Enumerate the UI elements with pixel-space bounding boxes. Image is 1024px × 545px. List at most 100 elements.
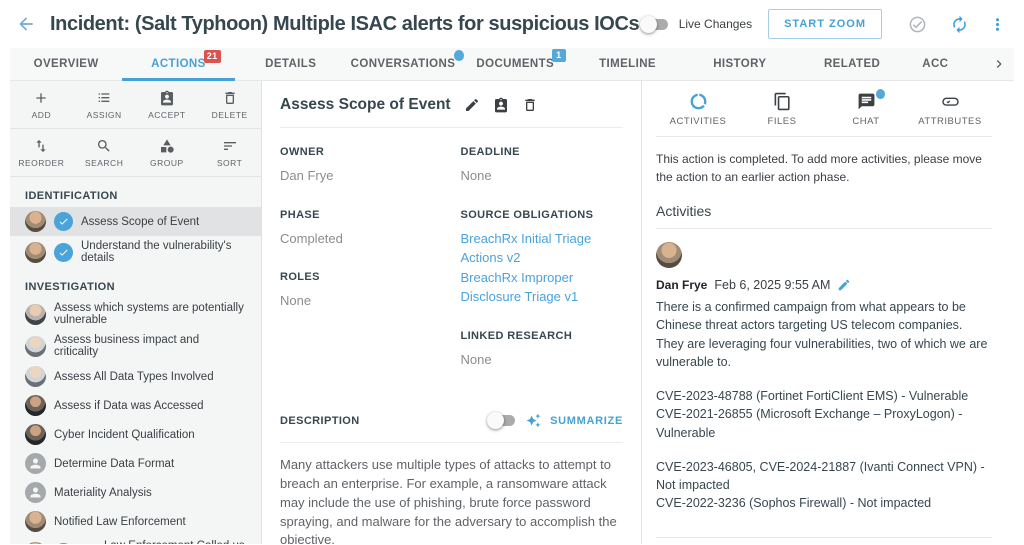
tab-access[interactable]: ACC: [908, 48, 984, 80]
action-item-understand-vulnerability[interactable]: Understand the vulnerability's details: [10, 236, 261, 268]
incident-tabbar: OVERVIEW ACTIONS 21 DETAILS CONVERSATIONS…: [10, 48, 1014, 81]
phase-label: PHASE: [280, 208, 320, 221]
kebab-menu-icon[interactable]: [986, 13, 1008, 35]
accept-person-icon: [160, 90, 173, 106]
source-obligations-label: SOURCE OBLIGATIONS: [460, 208, 594, 221]
activities-heading: Activities: [656, 203, 992, 229]
tab-activities[interactable]: ACTIVITIES: [656, 92, 740, 127]
actions-toolbar-row-1: ADD ASSIGN ACCEPT DELETE: [10, 81, 261, 129]
action-detail-panel: Assess Scope of Event OWNER Dan Frye PHA…: [262, 81, 642, 544]
action-item-cyber-qualification[interactable]: Cyber Incident Qualification: [10, 420, 261, 449]
owner-avatar: [25, 424, 46, 445]
tab-chat[interactable]: CHAT: [824, 89, 908, 127]
owner-avatar: [25, 211, 46, 232]
activity-tabs: ACTIVITIES FILES CHAT ATTRIBUTES: [656, 89, 992, 137]
roles-value: None: [280, 293, 312, 308]
tab-documents[interactable]: DOCUMENTS 1: [459, 48, 571, 80]
obligation-link[interactable]: BreachRx Initial Triage Actions v2: [460, 229, 623, 268]
assign-person-icon[interactable]: [493, 97, 509, 113]
documents-count-badge: 1: [552, 49, 566, 62]
author-avatar: [656, 242, 682, 268]
back-arrow-icon[interactable]: [14, 12, 38, 36]
action-item-assess-scope[interactable]: Assess Scope of Event: [10, 207, 261, 236]
live-changes-label: Live Changes: [678, 17, 753, 31]
owner-avatar: [25, 395, 46, 416]
live-changes-toggle[interactable]: [639, 15, 670, 33]
swap-vert-icon: [36, 140, 47, 152]
summarize-button[interactable]: SUMMARIZE: [550, 415, 623, 427]
tab-files[interactable]: FILES: [740, 92, 824, 127]
activity-entry: Dan Frye Feb 6, 2025 9:55 AM There is a …: [656, 229, 992, 538]
add-button[interactable]: ADD: [10, 88, 73, 122]
deadline-label: DEADLINE: [460, 146, 520, 158]
plus-icon: [36, 93, 47, 103]
tab-history[interactable]: HISTORY: [684, 48, 796, 80]
phase-value: Completed: [280, 230, 343, 246]
section-investigation: INVESTIGATION: [25, 281, 115, 293]
toggle-knob: [639, 15, 657, 33]
tabs-scroll-right-icon[interactable]: [984, 48, 1014, 80]
action-item-label: Assess which systems are potentially vul…: [54, 302, 244, 326]
generic-person-icon: [25, 482, 46, 503]
section-identification: IDENTIFICATION: [25, 190, 118, 202]
trash-icon: [224, 92, 235, 104]
actions-toolbar-row-2: REORDER SEARCH GROUP SORT: [10, 129, 261, 177]
action-item-notified-law[interactable]: Notified Law Enforcement: [10, 507, 261, 536]
action-item-data-format[interactable]: Determine Data Format: [10, 449, 261, 478]
tab-timeline[interactable]: TIMELINE: [571, 48, 683, 80]
entry-author: Dan Frye: [656, 278, 708, 292]
entry-paragraph: There is a confirmed campaign from what …: [656, 300, 988, 369]
obligation-link[interactable]: BreachRx Improper Disclosure Triage v1: [460, 268, 623, 307]
content-area: ADD ASSIGN ACCEPT DELETE REORDER SEARCH …: [10, 81, 1014, 544]
accept-button[interactable]: ACCEPT: [136, 88, 199, 122]
owner-label: OWNER: [280, 146, 325, 158]
owner-avatar: [25, 303, 46, 325]
entry-edit-pencil-icon[interactable]: [837, 278, 851, 292]
tab-conversations[interactable]: CONVERSATIONS: [347, 48, 465, 80]
start-zoom-button[interactable]: START ZOOM: [768, 9, 882, 39]
reorder-button[interactable]: REORDER: [10, 136, 73, 170]
chat-bubble-icon: [857, 89, 885, 111]
group-button[interactable]: GROUP: [136, 136, 199, 170]
tab-overview[interactable]: OVERVIEW: [10, 48, 122, 80]
tab-details[interactable]: DETAILS: [235, 48, 347, 80]
delete-button[interactable]: DELETE: [198, 88, 261, 122]
sort-button[interactable]: SORT: [198, 136, 261, 170]
tab-related[interactable]: RELATED: [796, 48, 908, 80]
completed-notice: This action is completed. To add more ac…: [656, 152, 982, 184]
action-item-business-impact[interactable]: Assess business impact and criticality: [10, 330, 261, 362]
tab-actions[interactable]: ACTIONS 21: [122, 48, 235, 81]
completed-check-icon: [54, 212, 73, 231]
activity-panel: ACTIVITIES FILES CHAT ATTRIBUTES This ac…: [642, 81, 1014, 544]
action-item-label: Materiality Analysis: [54, 486, 152, 499]
action-item-assess-systems[interactable]: Assess which systems are potentially vul…: [10, 298, 261, 330]
actions-sidebar: ADD ASSIGN ACCEPT DELETE REORDER SEARCH …: [10, 81, 262, 544]
incident-header: Incident: (Salt Typhoon) Multiple ISAC a…: [0, 0, 1024, 48]
action-item-label: Assess All Data Types Involved: [54, 370, 214, 383]
entry-timestamp: Feb 6, 2025 9:55 AM: [714, 278, 831, 292]
files-copy-icon: [773, 92, 792, 111]
entry-cve-block: CVE-2023-46805, CVE-2024-21887 (Ivanti C…: [656, 459, 985, 511]
owner-avatar: [25, 335, 46, 357]
action-item-law-called-back[interactable]: Law Enforcement Called us back: [10, 536, 261, 544]
delete-trash-icon[interactable]: [522, 97, 538, 113]
check-circle-icon[interactable]: [906, 13, 928, 35]
action-item-data-accessed[interactable]: Assess if Data was Accessed: [10, 391, 261, 420]
actions-count-badge: 21: [203, 50, 221, 63]
assign-button[interactable]: ASSIGN: [73, 88, 136, 122]
summarize-toggle[interactable]: [487, 412, 517, 429]
activity-donut-icon: [689, 92, 708, 111]
action-item-materiality[interactable]: Materiality Analysis: [10, 478, 261, 507]
sync-icon[interactable]: [948, 13, 970, 35]
search-button[interactable]: SEARCH: [73, 136, 136, 170]
entry-cve-block: CVE-2023-48788 (Fortinet FortiClient EMS…: [656, 389, 969, 440]
tab-attributes[interactable]: ATTRIBUTES: [908, 92, 992, 127]
action-item-data-types[interactable]: Assess All Data Types Involved: [10, 362, 261, 391]
owner-avatar: [25, 541, 46, 544]
action-title: Assess Scope of Event: [280, 96, 451, 113]
sparkle-icon: [526, 413, 541, 428]
action-item-label: Determine Data Format: [54, 457, 175, 470]
action-item-label: Notified Law Enforcement: [54, 515, 186, 528]
edit-pencil-icon[interactable]: [464, 97, 480, 113]
search-icon: [98, 140, 110, 152]
